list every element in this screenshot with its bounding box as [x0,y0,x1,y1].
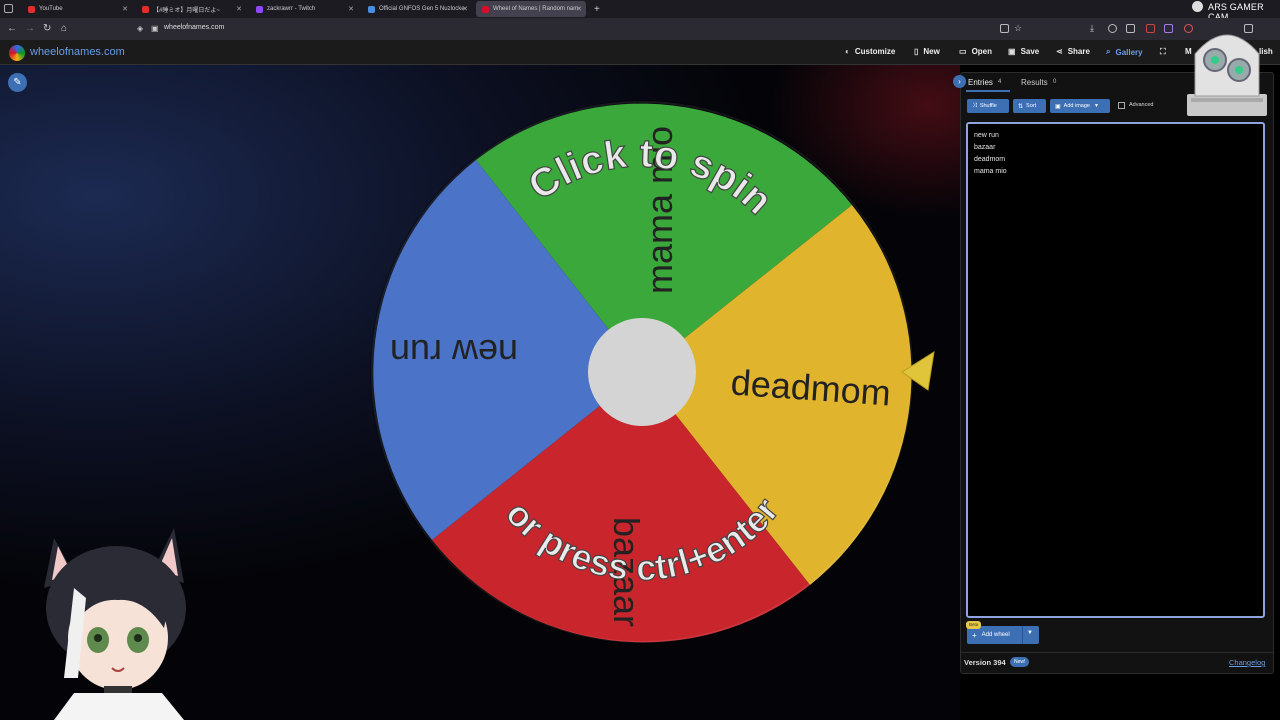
save-icon: ▣ [1008,47,1016,56]
robot-gears-overlay [1187,34,1267,116]
chevron-down-icon[interactable]: ▼ [1027,630,1033,636]
tab-results[interactable]: Results [1021,78,1048,87]
add-wheel-label: Add wheel [981,632,1010,638]
collapse-panel-chevron-icon[interactable]: › [953,75,966,88]
changelog-link[interactable]: Changelog [1229,658,1265,667]
add-image-button[interactable]: ▣ Add image ▼ [1050,99,1110,113]
translate-icon[interactable] [1000,24,1009,33]
download-icon[interactable]: ⤓ [1090,23,1094,34]
share-icon: ⋖ [1056,47,1063,56]
advanced-label: Advanced [1129,102,1154,108]
share-label: Share [1067,47,1090,56]
share-button[interactable]: ⋖ Share [1056,47,1090,56]
advanced-checkbox[interactable] [1118,102,1125,109]
plus-icon: + [972,630,977,640]
open-button[interactable]: ▭ Open [959,47,992,56]
extensions-icon[interactable] [1126,24,1135,33]
divider [1022,626,1023,644]
active-tab-indicator [966,90,1010,92]
camera-badge-icon [1192,1,1203,12]
folder-icon: ▭ [959,47,967,56]
entry-line: bazaar [974,144,996,151]
fullscreen-button[interactable]: ⛶ [1160,47,1171,57]
beta-badge: Beta [966,621,982,629]
extension-red-icon[interactable] [1146,24,1155,33]
image-icon: ▣ [1055,103,1061,110]
open-label: Open [971,47,993,56]
fullscreen-icon: ⛶ [1160,47,1166,56]
account-icon[interactable] [1108,24,1117,33]
add-image-label: Add image [1063,103,1090,109]
save-label: Save [1020,47,1040,56]
tab-entries-label: Entries [968,78,993,87]
results-count-badge: 0 [1053,79,1057,85]
sort-button[interactable]: ⇅ Sort [1013,99,1046,113]
tab-results-label: Results [1021,78,1048,87]
gallery-label: Gallery [1115,47,1143,57]
vtuber-avatar [44,528,186,720]
shuffle-icon: ⤨ [972,102,977,109]
entries-textarea[interactable]: new run bazaar deadmom mama mio [966,122,1265,618]
chevron-down-icon: ▼ [1093,103,1099,109]
bookmark-star-icon[interactable]: ☆ [1014,23,1022,34]
sort-icon: ⇅ [1018,103,1024,110]
version-label: Version 394 [964,658,1006,667]
extension-purple-icon[interactable] [1164,24,1173,33]
shuffle-label: Shuffle [979,103,997,109]
gallery-button[interactable]: ⌕ Gallery [1106,47,1143,57]
save-button[interactable]: ▣ Save [1008,47,1039,56]
shuffle-button[interactable]: ⤨ Shuffle [967,99,1009,113]
entry-line: deadmom [974,156,1006,163]
entry-line: new run [974,132,999,139]
entries-count-badge: 4 [998,79,1002,85]
entry-line: mama mio [974,168,1007,175]
wheel-center-hub[interactable] [588,318,696,426]
tab-entries[interactable]: Entries [968,78,993,87]
slice-label-new-run: new run [390,332,518,373]
search-icon: ⌕ [1106,47,1111,56]
divider [960,652,1274,653]
new-badge: New! [1010,657,1030,667]
sort-label: Sort [1026,103,1037,109]
